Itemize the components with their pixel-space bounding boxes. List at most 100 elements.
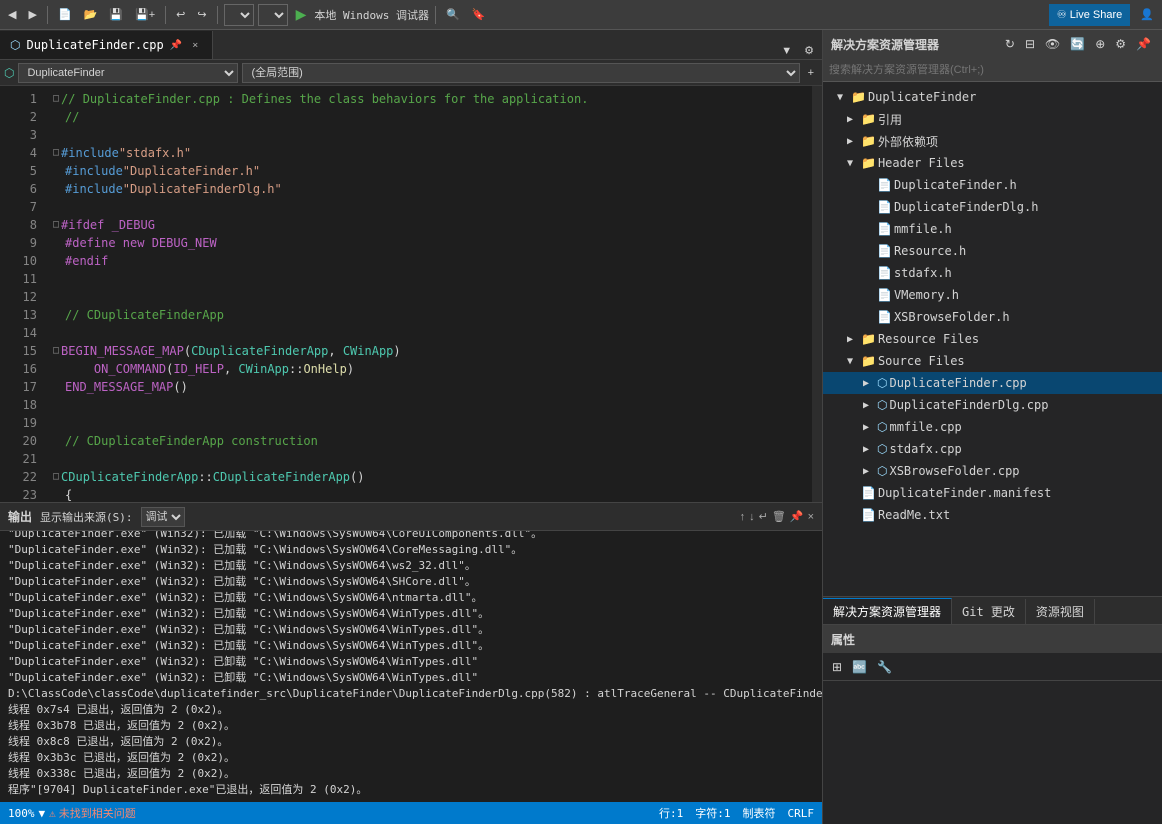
code-line: □BEGIN_MESSAGE_MAP(CDuplicateFinderApp, … [53,342,804,360]
output-wrap-btn[interactable]: ↵ [759,510,768,523]
right-tab-1[interactable]: Git 更改 [952,599,1026,624]
tree-item-VMemory_h[interactable]: 📄 VMemory.h [823,284,1162,306]
code-content[interactable]: □// DuplicateFinder.cpp : Defines the cl… [45,86,812,502]
output-close-btn[interactable]: × [808,510,814,523]
tree-item-stdafx_h[interactable]: 📄 stdafx.h [823,262,1162,284]
tree-item-DuplicateFinder_h[interactable]: 📄 DuplicateFinder.h [823,174,1162,196]
code-line: END_MESSAGE_MAP() [53,378,804,396]
tree-item-XSBrowseFolder_cpp[interactable]: ▶ ⬡ XSBrowseFolder.cpp [823,460,1162,482]
output-source-label: 显示输出来源(S): [40,509,133,525]
output-clear-btn[interactable]: 🗑 [772,510,786,523]
tree-item-label: DuplicateFinderDlg.h [894,200,1039,214]
output-source-select[interactable]: 调试 [141,507,185,527]
scrollbar[interactable] [812,86,822,502]
h-file-icon: 📄 [877,222,892,236]
props-property-btn[interactable]: 🔧 [874,659,895,675]
tree-item-XSBrowseFolder_h[interactable]: 📄 XSBrowseFolder.h [823,306,1162,328]
scope-select[interactable]: (全局范围) [242,63,799,83]
new-file-btn[interactable]: 📄 [54,6,76,23]
output-pin-btn[interactable]: 📌 [790,510,804,523]
right-tab-2[interactable]: 资源视图 [1026,599,1095,624]
code-container: 1234567891011121314151617181920212223242… [0,86,822,502]
tab-close[interactable]: × [188,38,202,52]
tree-item-DuplicateFinderDlg_h[interactable]: 📄 DuplicateFinderDlg.h [823,196,1162,218]
tree-item-resource_files[interactable]: ▶ 📁 Resource Files [823,328,1162,350]
tree-item-label: mmfile.cpp [889,420,961,434]
warning-icon: ⚠ [49,807,56,820]
line-number: 21 [0,450,37,468]
line-number: 14 [0,324,37,342]
filter-btn[interactable]: ⊕ [1092,36,1108,52]
tree-item-readme[interactable]: 📄 ReadMe.txt [823,504,1162,526]
tree-item-stdafx_cpp[interactable]: ▶ ⬡ stdafx.cpp [823,438,1162,460]
sync-btn[interactable]: ↻ [1002,36,1018,52]
collapse-btn[interactable]: ⊟ [1022,36,1038,52]
tree-item-DuplicateFinder_cpp[interactable]: ▶ ⬡ DuplicateFinder.cpp [823,372,1162,394]
active-tab[interactable]: ⬡ DuplicateFinder.cpp 📌 × [0,31,213,59]
output-line: "DuplicateFinder.exe" (Win32): 已加载 "C:\W… [8,531,814,542]
tree-root[interactable]: ▼ 📁 DuplicateFinder [823,86,1162,108]
code-keyword: #include [65,162,123,180]
tree-item-DuplicateFinderDlg_cpp[interactable]: ▶ ⬡ DuplicateFinderDlg.cpp [823,394,1162,416]
solution-search-input[interactable] [829,64,1156,76]
line-number: 12 [0,288,37,306]
fold-icon[interactable]: □ [53,90,59,108]
tab-overflow-btn[interactable]: ▼ [777,43,796,59]
pin-explorer-btn[interactable]: 📌 [1133,36,1154,52]
fold-icon[interactable]: □ [53,144,59,162]
tree-item-mmfile_cpp[interactable]: ▶ ⬡ mmfile.cpp [823,416,1162,438]
forward-btn[interactable]: ▶ [24,6,40,23]
back-btn[interactable]: ◀ [4,6,20,23]
code-line: □#ifdef _DEBUG [53,216,804,234]
bookmark-btn[interactable]: 🔖 [468,6,490,23]
tree-item-label: stdafx.cpp [889,442,961,456]
cpp-file-icon: ⬡ [877,442,887,456]
show-all-btn[interactable]: 👁 [1042,36,1063,52]
solution-explorer-header: 解决方案资源管理器 ↻ ⊟ 👁 🔄 ⊕ ⚙ 📌 [823,30,1162,58]
tree-item-mmfile_h[interactable]: 📄 mmfile.h [823,218,1162,240]
tree-item-ref[interactable]: ▶ 📁 引用 [823,108,1162,130]
fold-icon[interactable]: □ [53,468,59,486]
undo-btn[interactable]: ↩ [172,6,189,23]
code-comment: // CDuplicateFinderApp [65,306,224,324]
settings-btn[interactable]: ⚙ [1112,36,1129,52]
save-btn[interactable]: 💾 [105,6,127,23]
play-label: 本地 Windows 调试器 [314,7,429,23]
props-categorized-btn[interactable]: ⊞ [829,659,845,675]
fold-icon[interactable]: □ [53,342,59,360]
output-next-btn[interactable]: ↓ [749,510,755,523]
tab-settings-btn[interactable]: ⚙ [800,42,818,59]
play-btn[interactable]: ▶ [292,6,311,23]
tree-item-source_files[interactable]: ▼ 📁 Source Files [823,350,1162,372]
fold-icon[interactable]: □ [53,216,59,234]
tree-item-label: VMemory.h [894,288,959,302]
save-all-btn[interactable]: 💾+ [131,6,159,23]
platform-select[interactable]: x86 [258,4,288,26]
class-select[interactable]: DuplicateFinder [18,63,238,83]
props-alpha-btn[interactable]: 🔤 [849,659,870,675]
output-content[interactable]: "DuplicateFinder.exe" (Win32): 已加载 "C:\W… [0,531,822,802]
output-prev-btn[interactable]: ↑ [740,510,746,523]
line-number: 9 [0,234,37,252]
tree-item-manifest[interactable]: 📄 DuplicateFinder.manifest [823,482,1162,504]
tree-item-Resource_h[interactable]: 📄 Resource.h [823,240,1162,262]
tab-info: 制表符 [743,805,776,821]
right-panel: 解决方案资源管理器 ↻ ⊟ 👁 🔄 ⊕ ⚙ 📌 [822,30,1162,824]
add-member-btn[interactable]: + [804,65,818,81]
tree-arrow: ▶ [847,136,859,147]
account-btn[interactable]: 👤 [1136,6,1158,23]
code-string: "stdafx.h" [119,144,191,162]
tab-pin: 📌 [170,40,182,51]
tree-item-header_files[interactable]: ▼ 📁 Header Files [823,152,1162,174]
right-tab-0[interactable]: 解决方案资源管理器 [823,598,952,624]
find-btn[interactable]: 🔍 [442,6,464,23]
redo-btn[interactable]: ↪ [193,6,210,23]
config-select[interactable]: Debug [224,4,254,26]
open-btn[interactable]: 📂 [80,6,102,23]
tree-arrow: ▼ [847,158,859,169]
code-line [53,324,804,342]
tree-item-ext_dep[interactable]: ▶ 📁 外部依赖项 [823,130,1162,152]
live-share-btn[interactable]: ♾ Live Share [1049,4,1131,26]
folder-icon: 📁 [861,112,876,126]
refresh-btn[interactable]: 🔄 [1067,36,1088,52]
